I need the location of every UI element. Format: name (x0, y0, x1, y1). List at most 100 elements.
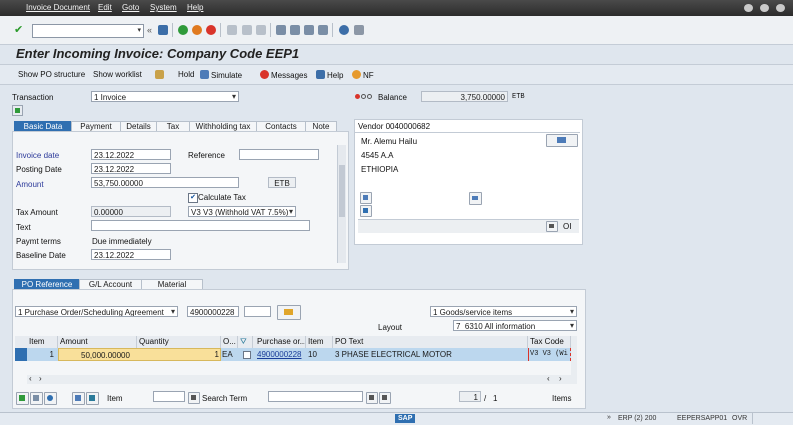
table-vscrollbar[interactable] (571, 336, 577, 384)
search-find-icon[interactable] (366, 392, 378, 404)
clipboard-icon[interactable] (155, 70, 166, 80)
search-find-next-icon[interactable] (379, 392, 391, 404)
table-hscrollbar[interactable]: ‹ › ‹ › (27, 374, 571, 384)
layout-select[interactable]: 7_6310 All information (453, 320, 577, 331)
find-icon[interactable] (242, 25, 252, 35)
show-worklist-button[interactable]: Show worklist (93, 70, 142, 79)
column-po-text[interactable]: PO Text (333, 336, 528, 348)
item-search-field[interactable] (153, 391, 185, 402)
calculate-tax-checkbox[interactable]: ✔ (188, 193, 198, 203)
page-title: Enter Incoming Invoice: Company Code EEP… (16, 46, 300, 61)
menu-goto[interactable]: Goto (122, 3, 139, 12)
scroll-left-icon[interactable]: ‹ (29, 374, 32, 383)
enter-check-icon[interactable]: ✔ (14, 25, 24, 36)
nf-button[interactable]: NF (352, 70, 374, 80)
po-item-field[interactable] (244, 306, 271, 317)
po-number-field[interactable]: 4900000228 (187, 306, 239, 317)
double-chevron-left-icon[interactable]: « (147, 25, 152, 35)
table-filter-icon[interactable] (86, 392, 99, 405)
status-system[interactable]: ERP (2) 200 (618, 415, 656, 422)
column-filter[interactable]: ⛛ (238, 336, 253, 348)
menu-system[interactable]: System (150, 3, 177, 12)
row-selector[interactable] (15, 348, 27, 361)
reference-field[interactable] (239, 149, 319, 160)
print-icon[interactable] (227, 25, 237, 35)
row-amount[interactable]: 50,000.00000 (58, 348, 221, 361)
vendor-bank-icon[interactable] (360, 205, 372, 217)
po-transfer-button[interactable] (277, 305, 301, 320)
column-tax-code[interactable]: Tax Code (528, 336, 571, 348)
text-field[interactable] (91, 220, 310, 231)
column-quantity[interactable]: Quantity (137, 336, 221, 348)
baseline-date-field[interactable]: 23.12.2022 (91, 249, 171, 260)
scroll-right-end-icon[interactable]: › (559, 374, 562, 383)
row-quantity[interactable]: 1 (200, 348, 220, 361)
layout-settings-icon[interactable] (354, 25, 364, 35)
table-layout-icon[interactable] (72, 392, 85, 405)
document-header-icon[interactable] (12, 105, 23, 116)
posting-date-field[interactable]: 23.12.2022 (91, 163, 171, 174)
column-order-unit[interactable]: O... (221, 336, 238, 348)
next-page-icon[interactable] (304, 25, 314, 35)
close-icon[interactable] (776, 4, 785, 12)
simulate-button[interactable]: Simulate (200, 70, 242, 80)
amount-currency-field[interactable]: ETB (268, 177, 296, 188)
minimize-icon[interactable] (744, 4, 753, 12)
item-find-icon[interactable] (188, 392, 200, 404)
table-settings-icon[interactable] (16, 392, 29, 405)
find-next-icon[interactable] (256, 25, 266, 35)
vendor-address: 4545 A.A (361, 151, 394, 160)
status-arrow-icon[interactable]: » (607, 414, 611, 421)
help-icon[interactable] (339, 25, 349, 35)
application-toolbar: Show PO structure Show worklist Hold Sim… (0, 65, 793, 85)
basic-scrollbar[interactable] (337, 145, 346, 263)
paymt-terms-value: Due immediately (92, 237, 152, 246)
column-amount[interactable]: Amount (58, 336, 137, 348)
tax-amount-field[interactable]: 0.00000 (91, 206, 171, 217)
maximize-icon[interactable] (760, 4, 769, 12)
back-icon[interactable] (178, 25, 188, 35)
open-items-label[interactable]: OI (563, 222, 571, 231)
previous-page-icon[interactable] (290, 25, 300, 35)
last-page-icon[interactable] (318, 25, 328, 35)
table-details-icon[interactable] (30, 392, 43, 405)
page-current-field[interactable]: 1 (459, 391, 481, 402)
scroll-right-icon[interactable]: › (39, 374, 42, 383)
goods-service-select[interactable]: 1 Goods/service items (430, 306, 577, 317)
messages-label: Messages (271, 71, 308, 80)
row-tax-code[interactable]: V3 V3 (Wi (528, 348, 571, 361)
tax-code-select[interactable]: V3 V3 (Withhold VAT 7.5%) (188, 206, 296, 217)
table-refresh-icon[interactable] (44, 392, 57, 405)
messages-button[interactable]: Messages (260, 70, 307, 80)
column-po-item[interactable]: Item (306, 336, 333, 348)
scroll-left-end-icon[interactable]: ‹ (547, 374, 550, 383)
column-purchase-order[interactable]: Purchase or... (255, 336, 306, 348)
hold-button[interactable]: Hold (178, 70, 194, 79)
amount-field[interactable]: 53,750.00000 (91, 177, 239, 188)
column-item[interactable]: Item (27, 336, 58, 348)
search-term-field[interactable] (268, 391, 363, 402)
help-button[interactable]: Help (316, 70, 343, 80)
command-field[interactable]: ▾ (32, 24, 144, 38)
help-label: Help (327, 71, 344, 80)
menu-edit[interactable]: Edit (98, 3, 112, 12)
vendor-card-button[interactable] (546, 134, 578, 147)
vendor-print-icon[interactable] (469, 192, 482, 205)
simulate-icon (200, 70, 209, 79)
row-checkbox[interactable] (243, 351, 251, 359)
save-icon[interactable] (158, 25, 168, 35)
menu-help[interactable]: Help (187, 3, 203, 12)
menu-invoice-document[interactable]: Invoice Document (26, 3, 90, 12)
chevron-down-icon: ▾ (137, 27, 141, 34)
vendor-detail-icon[interactable] (360, 192, 372, 204)
open-items-icon[interactable] (546, 221, 558, 232)
first-page-icon[interactable] (276, 25, 286, 35)
exit-icon[interactable] (192, 25, 202, 35)
layout-label: Layout (378, 323, 403, 332)
invoice-date-field[interactable]: 23.12.2022 (91, 149, 171, 160)
transaction-select[interactable]: 1 Invoice (91, 91, 239, 102)
show-po-structure-button[interactable]: Show PO structure (18, 70, 85, 79)
cancel-icon[interactable] (206, 25, 216, 35)
reference-type-select[interactable]: 1 Purchase Order/Scheduling Agreement (15, 306, 178, 317)
row-po-link[interactable]: 4900000228 (257, 348, 305, 361)
